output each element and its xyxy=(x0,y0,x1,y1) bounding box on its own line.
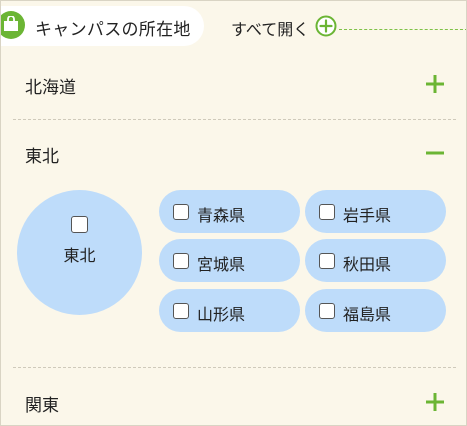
prefecture-checkbox[interactable] xyxy=(173,303,189,319)
prefecture-checkbox[interactable] xyxy=(319,303,335,319)
prefecture-chip-aomori[interactable]: 青森県 xyxy=(159,190,300,233)
select-all-label: 東北 xyxy=(63,246,96,265)
region-row-tohoku[interactable]: 東北 xyxy=(13,133,456,173)
open-all-link[interactable]: すべて開く xyxy=(231,16,309,40)
region-row-kanto[interactable]: 関東 xyxy=(13,382,456,422)
plus-icon[interactable] xyxy=(424,73,446,95)
prefecture-chip-iwate[interactable]: 岩手県 xyxy=(305,190,446,233)
prefecture-label: 福島県 xyxy=(343,305,392,324)
prefecture-checkbox[interactable] xyxy=(173,253,189,269)
prefecture-checkbox[interactable] xyxy=(173,204,189,220)
panel-header: キャンパスの所在地 すべて開く xyxy=(1,6,466,46)
region-divider xyxy=(13,119,456,120)
region-select-all-tohoku[interactable]: 東北 xyxy=(17,190,142,315)
header-divider xyxy=(339,29,466,30)
region-label: 東北 xyxy=(25,147,59,167)
campus-location-panel: キャンパスの所在地 すべて開く 北海道 東北 東北 青森県 岩手県 宮城県 秋田… xyxy=(0,0,467,426)
prefecture-checkbox[interactable] xyxy=(319,253,335,269)
plus-icon[interactable] xyxy=(424,391,446,413)
prefecture-checkbox[interactable] xyxy=(319,204,335,220)
shopping-bag-icon xyxy=(4,16,18,31)
region-divider xyxy=(13,367,456,368)
panel-title: キャンパスの所在地 xyxy=(35,20,191,40)
prefecture-label: 秋田県 xyxy=(343,255,392,274)
prefecture-label: 岩手県 xyxy=(343,206,392,225)
title-pill: キャンパスの所在地 xyxy=(1,6,204,46)
prefecture-chip-fukushima[interactable]: 福島県 xyxy=(305,289,446,332)
plus-circle-icon[interactable] xyxy=(315,15,337,37)
region-label: 北海道 xyxy=(25,78,76,98)
prefecture-label: 青森県 xyxy=(197,206,246,225)
region-label: 関東 xyxy=(25,396,59,416)
prefecture-chip-miyagi[interactable]: 宮城県 xyxy=(159,239,300,282)
prefecture-label: 宮城県 xyxy=(197,255,246,274)
region-row-hokkaido[interactable]: 北海道 xyxy=(13,64,456,104)
select-all-checkbox[interactable] xyxy=(71,216,88,233)
prefecture-label: 山形県 xyxy=(197,305,246,324)
minus-icon[interactable] xyxy=(424,142,446,164)
title-badge xyxy=(1,11,25,39)
prefecture-chip-yamagata[interactable]: 山形県 xyxy=(159,289,300,332)
prefecture-chip-akita[interactable]: 秋田県 xyxy=(305,239,446,282)
